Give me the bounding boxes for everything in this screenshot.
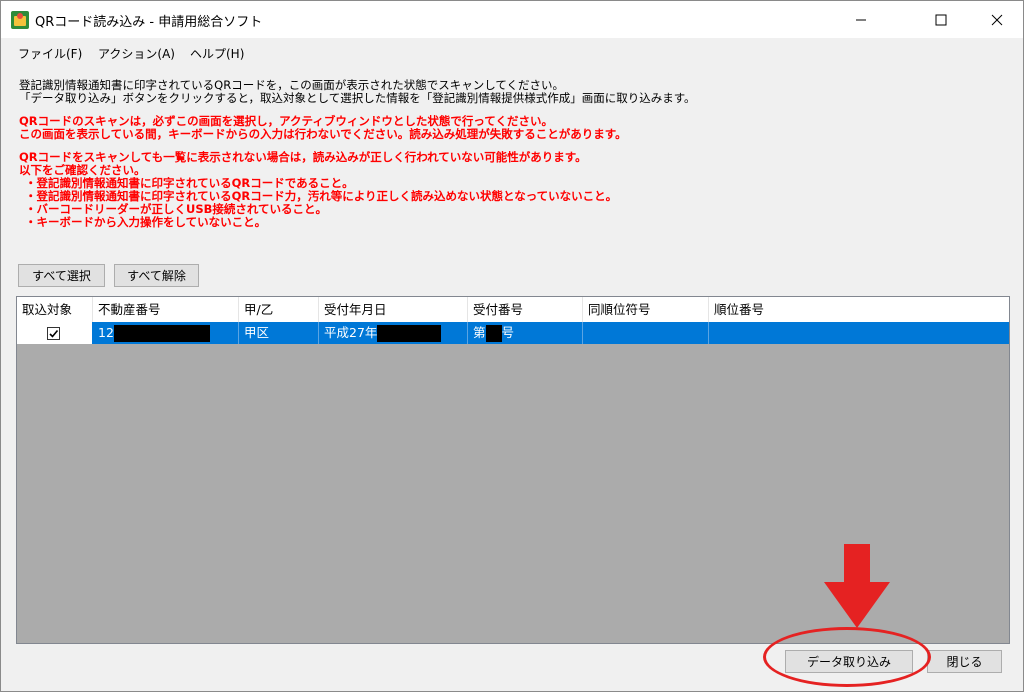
minimize-button[interactable] — [838, 1, 884, 38]
menu-help[interactable]: ヘルプ(H) — [190, 45, 244, 62]
minimize-icon — [856, 19, 866, 20]
table-row[interactable]: 12 甲区 平成27年 第号 — [17, 322, 1009, 344]
number-prefix: 第 — [473, 325, 486, 340]
title-bar[interactable]: QRコード読み込み - 申請用総合ソフト — [1, 1, 1023, 38]
close-button[interactable]: 閉じる — [927, 650, 1002, 673]
grid-header: 取込対象 不動産番号 甲/乙 受付年月日 受付番号 同順位符号 順位番号 — [17, 297, 1009, 322]
redaction-bar — [113, 325, 210, 342]
maximize-icon — [935, 14, 947, 25]
menu-action[interactable]: アクション(A) — [98, 45, 175, 62]
maximize-button[interactable] — [918, 1, 964, 38]
header-kou-otsu[interactable]: 甲/乙 — [239, 297, 319, 322]
window-title: QRコード読み込み - 申請用総合ソフト — [35, 15, 263, 30]
redaction-bar — [377, 325, 442, 342]
date-prefix: 平成27年 — [324, 325, 378, 340]
bullet-4: ・キーボードから入力操作をしていないこと。 — [25, 215, 267, 229]
deselect-all-button[interactable]: すべて解除 — [114, 264, 199, 287]
cell-same-rank-code — [583, 322, 709, 344]
row-checkbox-cell — [17, 322, 92, 344]
select-all-button[interactable]: すべて選択 — [18, 264, 105, 287]
header-same-rank-code[interactable]: 同順位符号 — [583, 297, 709, 322]
header-reception-date[interactable]: 受付年月日 — [319, 297, 468, 322]
red-arrow-annotation — [824, 544, 890, 628]
cell-reception-number: 第号 — [468, 322, 583, 344]
header-rank-number[interactable]: 順位番号 — [709, 297, 1009, 322]
menu-bar: ファイル(F) アクション(A) ヘルプ(H) — [1, 38, 1023, 66]
cell-property-number: 12 — [93, 322, 239, 344]
import-checkbox[interactable] — [47, 327, 60, 340]
property-number-prefix: 12 — [98, 325, 114, 340]
instruction-line-2: 「データ取り込み」ボタンをクリックすると，取込対象として選択した情報を「登記識別… — [19, 91, 696, 105]
header-property-number[interactable]: 不動産番号 — [93, 297, 239, 322]
redaction-bar — [485, 325, 502, 342]
red-circle-annotation — [763, 627, 931, 687]
app-icon — [11, 11, 29, 29]
warning-line-3: QRコードをスキャンしても一覧に表示されない場合は，読み込みが正しく行われていな… — [19, 150, 587, 164]
checkmark-icon — [49, 329, 59, 338]
menu-file[interactable]: ファイル(F) — [18, 45, 82, 62]
number-suffix: 号 — [501, 325, 515, 340]
close-icon — [991, 14, 1003, 25]
header-reception-number[interactable]: 受付番号 — [468, 297, 583, 322]
cell-kou-otsu: 甲区 — [239, 322, 319, 344]
header-import-target[interactable]: 取込対象 — [17, 297, 93, 322]
close-window-button[interactable] — [974, 1, 1020, 38]
instructions: 登記識別情報通知書に印字されているQRコードを，この画面が表示された状態でスキャ… — [19, 79, 1009, 229]
cell-rank-number — [709, 322, 1009, 344]
warning-line-2: この画面を表示している間，キーボードからの入力は行わないでください。読み込み処理… — [19, 127, 627, 141]
cell-reception-date: 平成27年 — [319, 322, 468, 344]
